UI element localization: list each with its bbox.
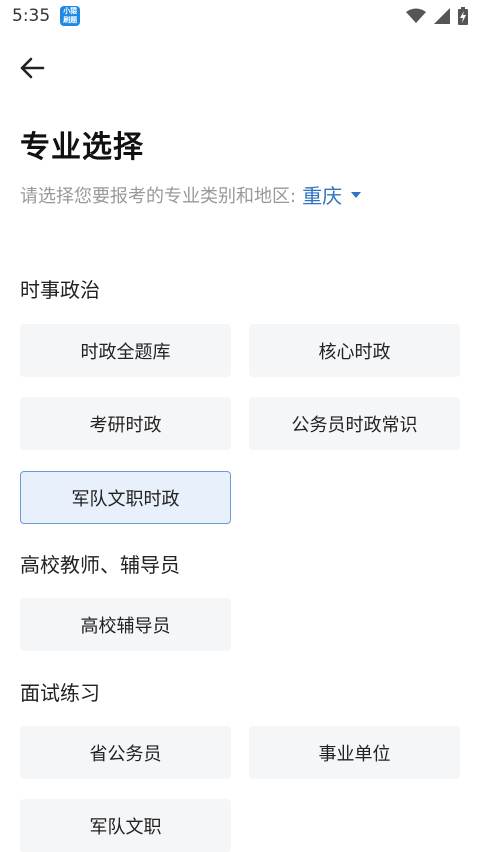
section-heading-current-affairs: 时事政治: [20, 278, 100, 302]
status-icons: [406, 7, 468, 25]
page-title: 专业选择: [20, 130, 144, 165]
option-military-civilian-politics[interactable]: 军队文职时政: [20, 471, 231, 524]
cellular-signal-icon: [434, 8, 450, 24]
region-selector[interactable]: 重庆: [302, 180, 362, 209]
wifi-icon: [406, 8, 426, 23]
subtitle-row: 请选择您要报考的专业类别和地区: 重庆: [20, 180, 362, 209]
region-name: 重庆: [302, 184, 343, 208]
caret-down-icon: [351, 191, 362, 198]
section-heading-university-teachers: 高校教师、辅导员: [20, 553, 180, 577]
option-politics-question-bank[interactable]: 时政全题库: [20, 324, 231, 377]
option-public-institution[interactable]: 事业单位: [249, 726, 460, 779]
app-notification-icon: 小猿 刷题: [60, 6, 81, 26]
option-provincial-civil-servant[interactable]: 省公务员: [20, 726, 231, 779]
status-time: 5:35: [12, 6, 51, 26]
option-university-counselor[interactable]: 高校辅导员: [20, 598, 231, 651]
status-bar: 5:35 小猿 刷题: [0, 0, 480, 32]
arrow-left-icon: [20, 57, 45, 79]
option-civil-servant-politics[interactable]: 公务员时政常识: [249, 397, 460, 450]
battery-icon: [458, 7, 468, 25]
subtitle-text: 请选择您要报考的专业类别和地区:: [20, 185, 297, 207]
back-button[interactable]: [14, 50, 50, 86]
option-grad-exam-politics[interactable]: 考研时政: [20, 397, 231, 450]
section-heading-interview-practice: 面试练习: [20, 681, 100, 705]
option-core-politics[interactable]: 核心时政: [249, 324, 460, 377]
option-military-civilian[interactable]: 军队文职: [20, 799, 231, 852]
